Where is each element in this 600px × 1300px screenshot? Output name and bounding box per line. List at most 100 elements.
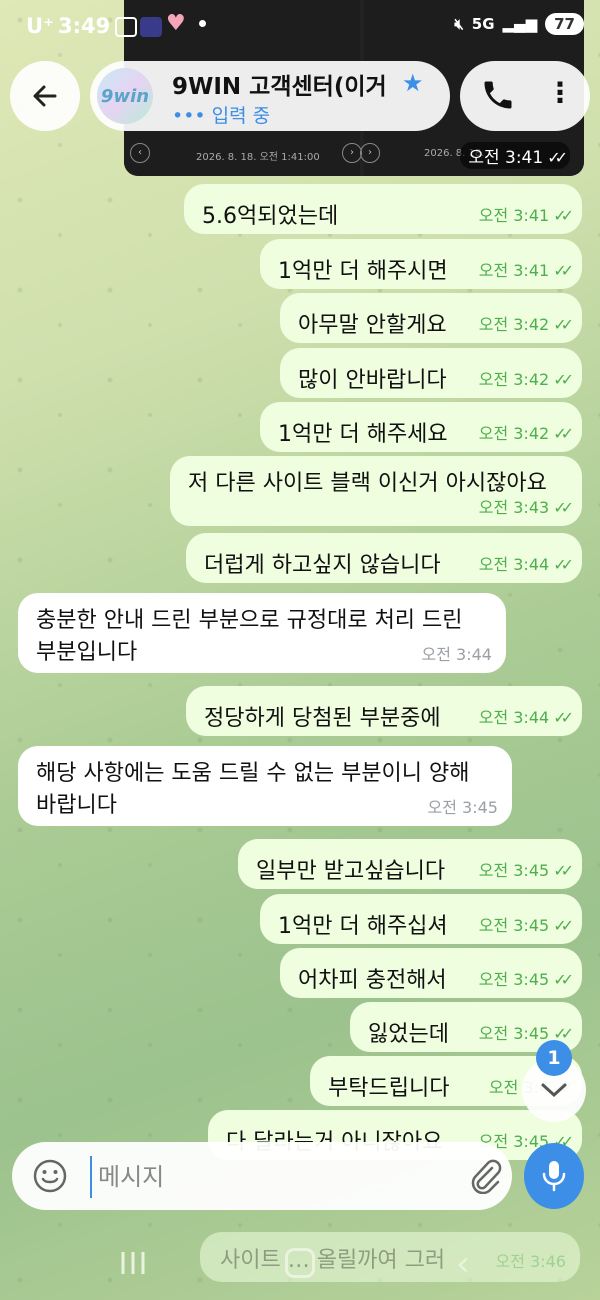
message-time: 오전 3:42 ✓✓ — [478, 420, 574, 444]
message-text: 1억만 더 해주십셔 — [278, 914, 448, 939]
message-text: 아무말 안할게요 — [298, 313, 447, 338]
message-time: 오전 3:44 ✓✓ — [479, 551, 574, 575]
phone-icon[interactable] — [480, 77, 516, 113]
message-time: 오전 3:45 ✓✓ — [478, 966, 574, 990]
message-text: 충분한 안내 드린 부분으로 규정대로 처리 드린 부분입니다 — [36, 608, 463, 665]
message-time: 오전 3:42 ✓✓ — [478, 366, 574, 390]
message-text: 어차피 충전해서 — [298, 968, 447, 993]
system-back-icon[interactable]: ‹ — [456, 1244, 470, 1284]
chevron-down-icon — [541, 1083, 567, 1098]
emoji-icon[interactable] — [32, 1158, 68, 1194]
message-timestamp: 오전 3:44 — [478, 708, 550, 727]
chat-title: 9WIN 고객센터(이거 — [172, 74, 387, 100]
battery-level: 77 — [545, 13, 584, 35]
signal-icon: ▂▄▆ — [502, 15, 538, 33]
next-arrow-icon: › — [342, 143, 362, 163]
message-timestamp: 오전 3:41 — [478, 261, 550, 280]
read-check-icon: ✓✓ — [553, 498, 574, 517]
message-timestamp: 오전 3:45 — [478, 916, 550, 935]
typing-status: ••• 입력 중 — [172, 105, 271, 127]
chat-header[interactable]: 9win 9WIN 고객센터(이거 ★ ••• 입력 중 — [90, 61, 450, 131]
message-timestamp: 오전 3:42 — [478, 370, 550, 389]
message-timestamp: 오전 3:42 — [478, 424, 550, 443]
read-check-icon: ✓✓ — [553, 555, 574, 574]
outgoing-message[interactable]: 1억만 더 해주시면 오전 3:41 ✓✓ — [260, 239, 582, 289]
message-text: 해당 사항에는 도움 드릴 수 없는 부분이니 양해 바랍니다 — [36, 761, 470, 818]
read-check-icon: ✓✓ — [553, 708, 574, 727]
message-time: 오전 3:44 ✓✓ — [478, 704, 574, 728]
read-check-icon: ✓✓ — [553, 206, 574, 225]
photo-time: 오전 3:41 ✓✓ — [460, 142, 570, 169]
heart-icon: ♥ — [166, 11, 186, 36]
status-bar: U⁺ 3:49 ♥ 🔇︎ 5G ▂▄▆ 77 — [0, 0, 600, 56]
message-timestamp: 오전 3:45 — [478, 861, 550, 880]
message-text: 1억만 더 해주시면 — [278, 259, 448, 284]
mute-icon: 🔇︎ — [454, 15, 464, 33]
status-time: 3:49 — [58, 14, 111, 38]
message-text: 많이 안바랍니다 — [298, 368, 447, 393]
notification-dot-icon — [199, 20, 206, 27]
message-timestamp: 오전 3:41 — [478, 206, 550, 225]
unread-count-badge: 1 — [536, 1040, 572, 1076]
message-time: 오전 3:41 ✓✓ — [478, 202, 574, 226]
outgoing-message[interactable]: 1억만 더 해주세요 오전 3:42 ✓✓ — [260, 402, 582, 452]
star-icon: ★ — [402, 69, 424, 97]
paperclip-icon[interactable] — [468, 1158, 502, 1194]
outgoing-message[interactable]: 정당하게 당첨된 부분중에 오전 3:44 ✓✓ — [186, 686, 582, 736]
message-time: 오전 3:41 ✓✓ — [478, 257, 574, 281]
network-label: 5G — [471, 15, 495, 33]
read-check-icon: ✓✓ — [553, 370, 574, 389]
message-text: 1억만 더 해주세요 — [278, 422, 448, 447]
recent-apps-icon[interactable] — [118, 1250, 148, 1276]
home-icon[interactable] — [285, 1248, 315, 1278]
message-time: 오전 3:43 ✓✓ — [478, 494, 574, 518]
message-text: 부탁드립니다 — [328, 1076, 450, 1101]
outgoing-message[interactable]: 더럽게 하고싶지 않습니다 오전 3:44 ✓✓ — [186, 533, 582, 583]
message-time: 오전 3:44 — [422, 641, 492, 665]
system-navigation-bar: ‹ — [0, 1232, 600, 1300]
message-time: 오전 3:45 — [428, 794, 498, 818]
message-timestamp: 오전 3:45 — [478, 1024, 550, 1043]
read-check-icon: ✓✓ — [553, 861, 574, 880]
message-timestamp: 오전 3:43 — [478, 498, 550, 517]
message-timestamp: 오전 3:44 — [421, 645, 492, 664]
incoming-message[interactable]: 충분한 안내 드린 부분으로 규정대로 처리 드린 부분입니다 오전 3:44 — [18, 593, 506, 673]
message-time: 오전 3:45 ✓✓ — [478, 912, 574, 936]
header-actions: ⋮ — [460, 61, 590, 131]
composer — [12, 1142, 512, 1210]
read-check-icon: ✓✓ — [553, 315, 574, 334]
outgoing-message[interactable]: 저 다른 사이트 블랙 이신거 아시잖아요 오전 3:43 ✓✓ — [170, 456, 582, 526]
message-input[interactable] — [90, 1156, 460, 1198]
message-text: 잃었는데 — [368, 1022, 449, 1047]
arrow-left-icon — [33, 85, 57, 107]
carrier-label: U⁺ — [26, 14, 55, 38]
message-text: 정당하게 당첨된 부분중에 — [204, 706, 441, 731]
message-text: 5.6억되었는데 — [202, 204, 339, 229]
message-text: 일부만 받고싶습니다 — [256, 859, 446, 884]
read-check-icon: ✓✓ — [553, 970, 574, 989]
more-vertical-icon[interactable]: ⋮ — [546, 79, 574, 107]
message-text: 더럽게 하고싶지 않습니다 — [204, 553, 441, 578]
photo-date: 2026. 8. 18. 오전 1:41:00 — [196, 152, 320, 163]
outgoing-message[interactable]: 어차피 충전해서 오전 3:45 ✓✓ — [280, 948, 582, 998]
app-notification-icon — [140, 17, 162, 37]
message-time: 오전 3:45 ✓✓ — [478, 857, 574, 881]
outgoing-message[interactable]: 일부만 받고싶습니다 오전 3:45 ✓✓ — [238, 839, 582, 889]
message-timestamp: 오전 3:42 — [478, 315, 550, 334]
incoming-message[interactable]: 해당 사항에는 도움 드릴 수 없는 부분이니 양해 바랍니다 오전 3:45 — [18, 746, 512, 826]
outgoing-message[interactable]: 많이 안바랍니다 오전 3:42 ✓✓ — [280, 348, 582, 398]
prev-arrow-icon: ‹ — [130, 143, 150, 163]
microphone-button[interactable] — [524, 1143, 584, 1209]
prev-arrow-icon: › — [360, 143, 380, 163]
message-timestamp: 오전 3:45 — [478, 970, 550, 989]
avatar[interactable]: 9win — [97, 68, 153, 124]
read-check-icon: ✓✓ — [553, 916, 574, 935]
outgoing-message[interactable]: 5.6억되었는데 오전 3:41 ✓✓ — [184, 184, 582, 234]
outgoing-message[interactable]: 1억만 더 해주십셔 오전 3:45 ✓✓ — [260, 894, 582, 944]
outgoing-message[interactable]: 아무말 안할게요 오전 3:42 ✓✓ — [280, 293, 582, 343]
message-timestamp: 오전 3:45 — [427, 798, 498, 817]
status-icons: 🔇︎ 5G ▂▄▆ 77 — [454, 13, 584, 35]
microphone-icon — [542, 1161, 566, 1192]
back-button[interactable] — [10, 61, 80, 131]
read-check-icon: ✓✓ — [553, 424, 574, 443]
